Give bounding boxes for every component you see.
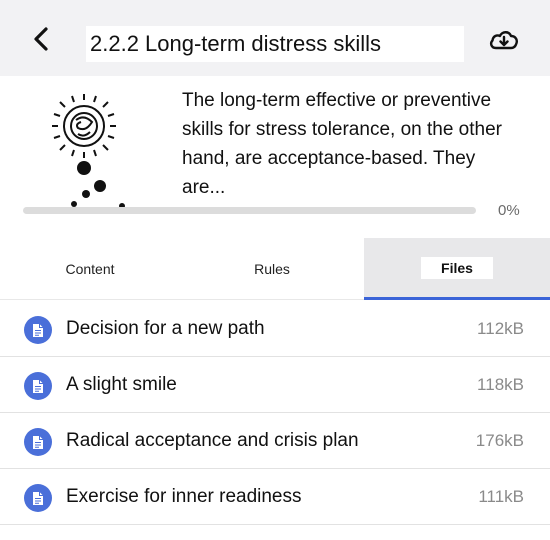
- lesson-description: The long-term effective or preventive sk…: [182, 90, 502, 198]
- document-icon: [24, 316, 52, 344]
- chevron-left-icon: [34, 27, 48, 51]
- file-size: 111kB: [478, 487, 524, 506]
- download-button[interactable]: [485, 22, 523, 58]
- file-name: Decision for a new path: [66, 318, 265, 339]
- file-row-exercise-for-inner-readiness[interactable]: Exercise for inner readiness 111kB: [0, 469, 550, 525]
- file-name: Radical acceptance and crisis plan: [66, 430, 359, 451]
- tab-content[interactable]: Content: [0, 238, 180, 300]
- document-icon: [24, 372, 52, 400]
- file-size: 176kB: [475, 431, 524, 450]
- file-name: Exercise for inner readiness: [66, 486, 302, 507]
- back-button[interactable]: [26, 22, 56, 56]
- tab-files[interactable]: Files: [364, 238, 550, 300]
- document-icon: [24, 484, 52, 512]
- file-row-decision-for-a-new-path[interactable]: Decision for a new path 112kB: [0, 301, 550, 357]
- file-size: 118kB: [477, 375, 524, 394]
- tab-rules-label: Rules: [254, 261, 290, 277]
- file-name: A slight smile: [66, 374, 177, 395]
- tab-rules[interactable]: Rules: [180, 238, 364, 300]
- lesson-thumbnail-image: [52, 94, 125, 209]
- cloud-download-icon: [489, 31, 518, 50]
- file-row-a-slight-smile[interactable]: A slight smile 118kB: [0, 357, 550, 413]
- file-size: 112kB: [477, 319, 524, 338]
- file-list: Decision for a new path 112kB A slight s…: [0, 301, 550, 525]
- lesson-intro: The long-term effective or preventive sk…: [0, 76, 550, 238]
- top-bar: 2.2.2 Long-term distress skills: [0, 0, 550, 76]
- progress-bar: [23, 207, 476, 214]
- tab-bar: Content Rules Files: [0, 238, 550, 300]
- tab-files-label: Files: [421, 256, 493, 279]
- tab-content-label: Content: [65, 261, 115, 277]
- file-row-radical-acceptance-and-crisis-plan[interactable]: Radical acceptance and crisis plan 176kB: [0, 413, 550, 469]
- page-title: 2.2.2 Long-term distress skills: [90, 31, 381, 56]
- progress-percent: 0%: [498, 202, 520, 219]
- page-title-box: 2.2.2 Long-term distress skills: [86, 26, 464, 62]
- document-icon: [24, 428, 52, 456]
